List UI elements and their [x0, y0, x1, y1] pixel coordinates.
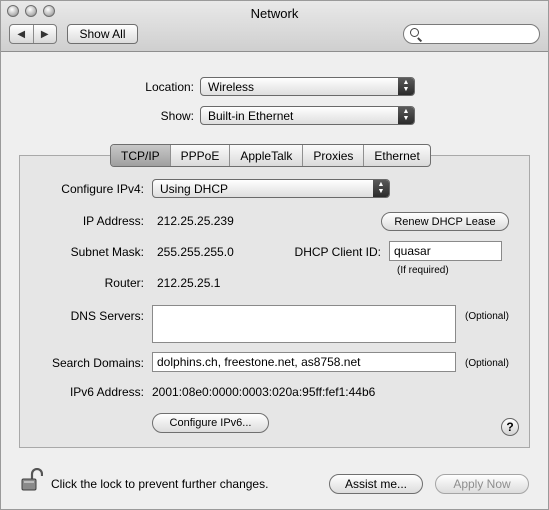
network-window: Network ◀ ▶ Show All Location: Wireless …	[0, 0, 549, 510]
search-domains-label: Search Domains:	[51, 356, 144, 370]
configure-ipv6-button[interactable]: Configure IPv6...	[152, 413, 269, 433]
renew-dhcp-lease-button[interactable]: Renew DHCP Lease	[381, 212, 509, 231]
search-icon	[410, 28, 419, 37]
popup-arrows-icon: ▲ ▼	[373, 180, 389, 197]
back-button[interactable]: ◀	[10, 25, 34, 43]
location-popup[interactable]: Wireless ▲ ▼	[200, 77, 415, 96]
configure-ipv4-popup[interactable]: Using DHCP ▲ ▼	[152, 179, 390, 198]
dns-optional-hint: (Optional)	[465, 311, 509, 322]
tab-appletalk[interactable]: AppleTalk	[230, 145, 304, 166]
apply-now-button[interactable]: Apply Now	[435, 474, 529, 494]
back-forward-control: ◀ ▶	[9, 24, 57, 44]
router-value: 212.25.25.1	[157, 276, 221, 290]
subnet-mask-value: 255.255.255.0	[157, 245, 234, 259]
ip-address-value: 212.25.25.239	[157, 214, 234, 228]
show-value: Built-in Ethernet	[208, 109, 294, 123]
show-label: Show:	[160, 109, 194, 123]
ip-address-label: IP Address:	[82, 214, 144, 228]
router-label: Router:	[104, 276, 144, 290]
settings-panel	[19, 155, 530, 448]
search-domains-field[interactable]: dolphins.ch, freestone.net, as8758.net	[152, 352, 456, 372]
configure-ipv4-value: Using DHCP	[160, 182, 229, 196]
dhcp-client-id-field[interactable]: quasar	[389, 241, 502, 261]
tab-ethernet[interactable]: Ethernet	[364, 145, 429, 166]
location-label: Location:	[145, 80, 194, 94]
subnet-mask-label: Subnet Mask:	[70, 245, 144, 259]
tab-bar: TCP/IP PPPoE AppleTalk Proxies Ethernet	[110, 144, 431, 167]
title-bar: Network ◀ ▶ Show All	[1, 1, 548, 52]
dhcp-client-id-label: DHCP Client ID:	[294, 245, 381, 259]
lock-icon[interactable]	[21, 468, 43, 492]
search-input[interactable]	[403, 24, 540, 44]
dhcp-client-id-hint: (If required)	[397, 265, 449, 276]
ipv6-address-label: IPv6 Address:	[69, 385, 144, 399]
show-all-button[interactable]: Show All	[67, 24, 138, 44]
search-domains-optional-hint: (Optional)	[465, 358, 509, 369]
tab-tcpip[interactable]: TCP/IP	[111, 145, 171, 166]
tab-proxies[interactable]: Proxies	[303, 145, 365, 166]
lock-message: Click the lock to prevent further change…	[51, 477, 269, 491]
dns-servers-label: DNS Servers:	[70, 309, 144, 323]
window-title: Network	[250, 6, 299, 21]
show-popup[interactable]: Built-in Ethernet ▲ ▼	[200, 106, 415, 125]
configure-ipv4-label: Configure IPv4:	[61, 182, 144, 196]
assist-me-button[interactable]: Assist me...	[329, 474, 423, 494]
forward-button[interactable]: ▶	[34, 25, 57, 43]
location-value: Wireless	[208, 80, 255, 94]
tab-pppoe[interactable]: PPPoE	[171, 145, 231, 166]
popup-arrows-icon: ▲ ▼	[398, 78, 414, 95]
help-button[interactable]: ?	[501, 418, 519, 436]
ipv6-address-value: 2001:08e0:0000:0003:020a:95ff:fef1:44b6	[152, 385, 376, 399]
popup-arrows-icon: ▲ ▼	[398, 107, 414, 124]
dns-servers-field[interactable]	[152, 305, 456, 343]
